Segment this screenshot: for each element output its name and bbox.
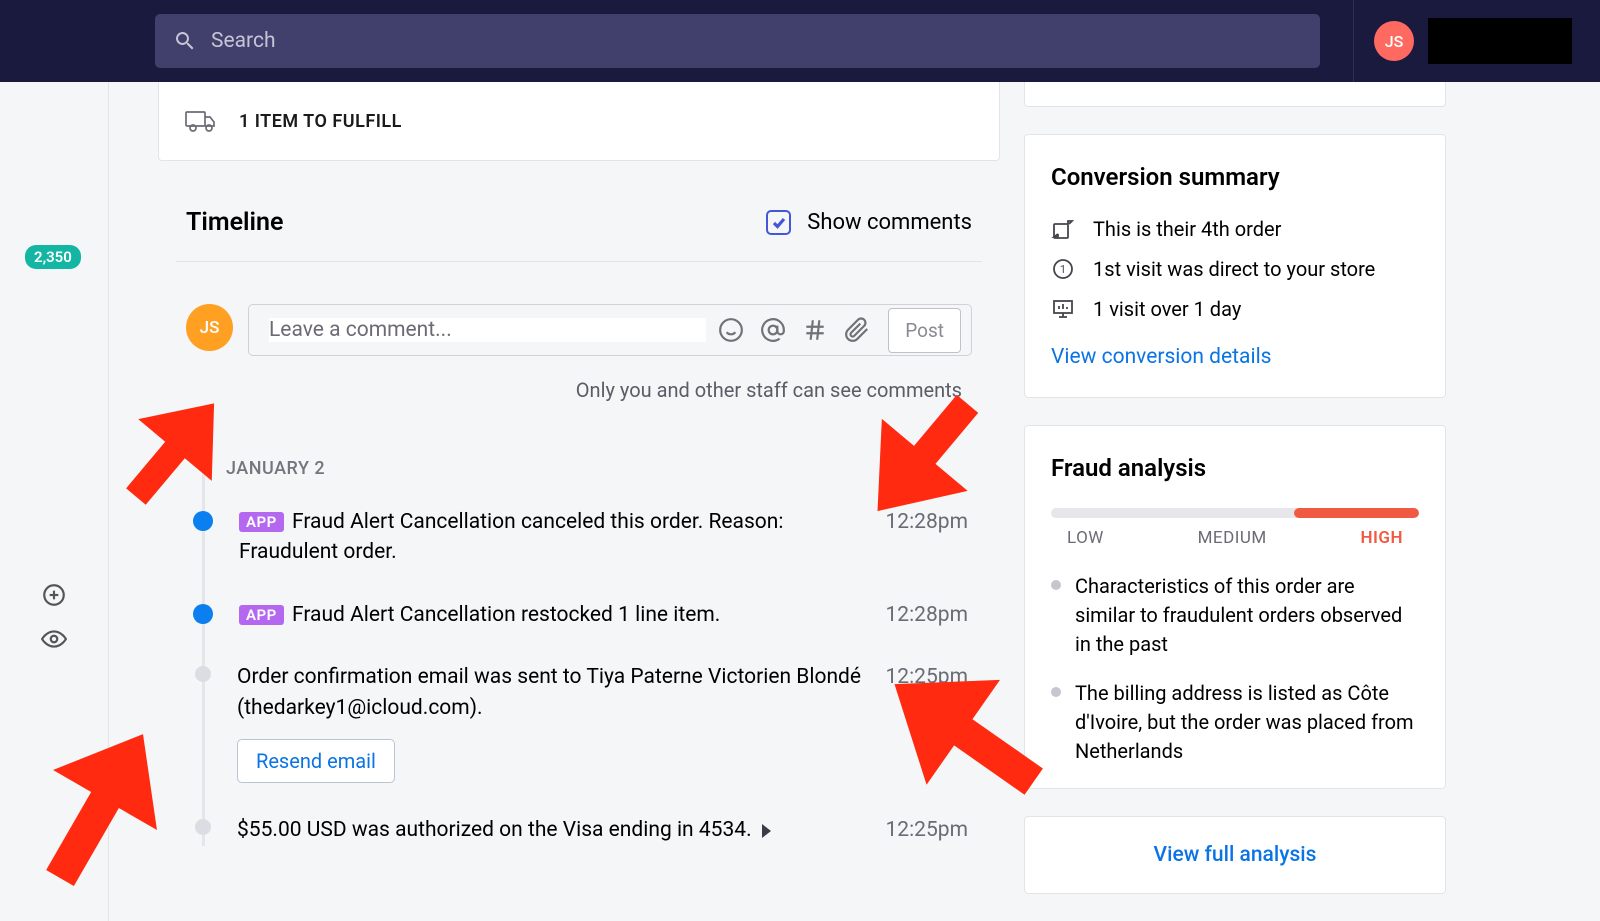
conversion-summary-card: Conversion summary This is their 4th ord… [1024, 134, 1446, 398]
search-bar[interactable] [155, 14, 1320, 68]
topbar-right: JS [1353, 0, 1572, 82]
fraud-labels: LOW MEDIUM HIGH [1051, 528, 1419, 548]
redacted-name [1428, 18, 1572, 64]
fraud-risk-fill [1294, 508, 1419, 518]
timeline-item: APP Fraud Alert Cancellation canceled th… [176, 507, 982, 600]
fraud-analysis-card: Fraud analysis LOW MEDIUM HIGH Character… [1024, 425, 1446, 789]
truck-icon [185, 108, 217, 134]
svg-text:1: 1 [1060, 263, 1066, 276]
eye-icon[interactable] [41, 626, 67, 652]
timeline-time: 12:25pm [885, 815, 968, 845]
topbar: JS [0, 0, 1600, 82]
checkbox-checked-icon [766, 210, 791, 235]
post-button[interactable]: Post [888, 308, 961, 353]
side-card-fragment [1024, 82, 1446, 107]
resend-email-button[interactable]: Resend email [237, 739, 395, 783]
timeline-time: 12:28pm [885, 507, 968, 568]
show-comments-label: Show comments [807, 210, 972, 235]
timeline-text: $55.00 USD was authorized on the Visa en… [237, 815, 867, 845]
bullet-icon [1051, 687, 1061, 697]
timeline-dot-icon [195, 666, 211, 682]
card-title: Fraud analysis [1051, 454, 1419, 482]
presentation-icon [1051, 297, 1075, 321]
attach-icon[interactable] [844, 317, 870, 343]
view-full-analysis-link[interactable]: View full analysis [1154, 843, 1317, 867]
hash-icon[interactable] [802, 317, 828, 343]
search-input[interactable] [211, 29, 1302, 53]
summary-row: 1 1st visit was direct to your store [1051, 257, 1419, 281]
timeline-text: APP Fraud Alert Cancellation canceled th… [239, 507, 867, 568]
chevron-right-icon [762, 824, 771, 838]
show-comments-toggle[interactable]: Show comments [766, 210, 972, 235]
comment-helper-text: Only you and other staff can see comment… [176, 370, 982, 402]
user-avatar[interactable]: JS [1374, 21, 1414, 61]
comment-input-wrap[interactable]: Post [248, 304, 972, 356]
timeline-dot-icon [193, 511, 213, 531]
mention-icon[interactable] [760, 317, 786, 343]
timeline-item: APP Fraud Alert Cancellation restocked 1… [176, 600, 982, 662]
timeline-dot-icon [195, 819, 211, 835]
fraud-point: Characteristics of this order are simila… [1051, 572, 1419, 659]
timeline-time: 12:28pm [885, 600, 968, 630]
summary-row: This is their 4th order [1051, 217, 1419, 241]
timeline-title: Timeline [186, 208, 283, 237]
timeline-text: Order confirmation email was sent to Tiy… [237, 662, 867, 783]
conversion-details-link[interactable]: View conversion details [1051, 345, 1272, 369]
timeline-dot-icon [193, 604, 213, 624]
fraud-full-analysis-card: View full analysis [1024, 816, 1446, 894]
fulfill-text: 1 ITEM TO FULFILL [239, 111, 402, 132]
app-tag: APP [239, 605, 284, 625]
timeline-time: 12:25pm [885, 662, 968, 783]
fraud-point: The billing address is listed as Côte d'… [1051, 679, 1419, 766]
plus-circle-icon[interactable] [41, 582, 67, 608]
fraud-risk-bar [1051, 508, 1419, 518]
app-tag: APP [239, 512, 284, 532]
timeline-date: JANUARY 2 [176, 434, 982, 507]
timeline-item[interactable]: $55.00 USD was authorized on the Visa en… [176, 815, 982, 845]
card-title: Conversion summary [1051, 163, 1419, 191]
smile-icon[interactable] [718, 317, 744, 343]
timeline: Timeline Show comments JS [158, 188, 1000, 846]
left-rail: 2,350 [0, 82, 109, 921]
commenter-avatar: JS [186, 304, 233, 351]
count-badge: 2,350 [25, 245, 81, 269]
fulfill-card: 1 ITEM TO FULFILL [158, 82, 1000, 161]
comment-input[interactable] [269, 318, 706, 342]
bullet-icon [1051, 580, 1061, 590]
timeline-text: APP Fraud Alert Cancellation restocked 1… [239, 600, 867, 630]
timeline-item: Order confirmation email was sent to Tiy… [176, 662, 982, 815]
search-icon [173, 29, 197, 53]
repeat-icon [1051, 217, 1075, 241]
direct-icon: 1 [1051, 257, 1075, 281]
summary-row: 1 visit over 1 day [1051, 297, 1419, 321]
